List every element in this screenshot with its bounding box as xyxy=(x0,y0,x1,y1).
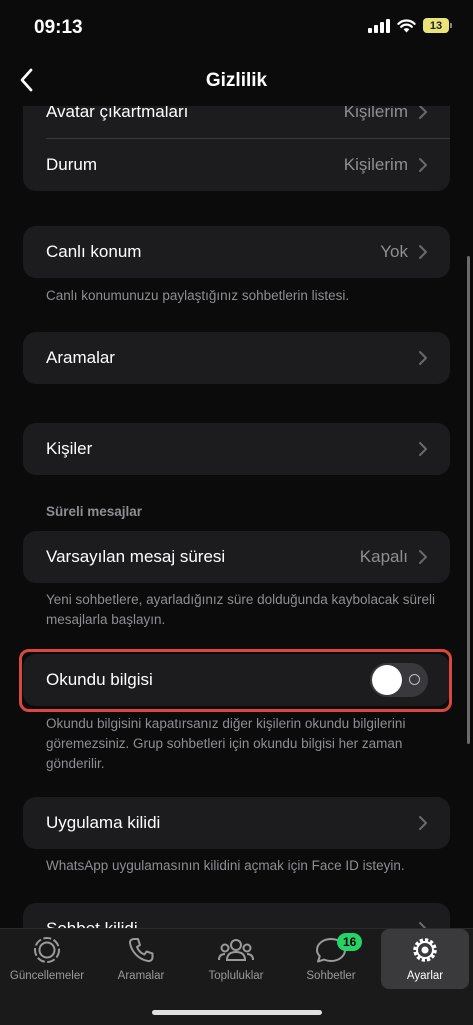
row-read-receipts[interactable]: Okundu bilgisi xyxy=(23,654,450,706)
card-avatar-durum: Avatar çıkartmaları Kişilerim Durum Kişi… xyxy=(23,106,450,191)
wifi-icon xyxy=(397,18,416,32)
row-label: Aramalar xyxy=(46,348,115,367)
row-status[interactable]: Durum Kişilerim xyxy=(23,139,450,191)
card-calls: Aramalar xyxy=(23,332,450,384)
row-contacts[interactable]: Kişiler xyxy=(23,423,450,475)
read-receipts-toggle[interactable] xyxy=(370,663,428,697)
row-value: Kişilerim xyxy=(343,155,408,174)
toggle-off-indicator-icon xyxy=(409,674,420,685)
app-lock-note: WhatsApp uygulamasının kilidini açmak iç… xyxy=(46,858,405,873)
unread-badge: 16 xyxy=(337,933,363,951)
tab-settings[interactable]: Ayarlar xyxy=(381,929,469,989)
card-app-lock: Uygulama kilidi xyxy=(23,797,450,849)
settings-list[interactable]: Avatar çıkartmaları Kişilerim Durum Kişi… xyxy=(0,106,473,928)
page-title: Gizlilik xyxy=(205,70,268,91)
row-chat-lock[interactable]: Sohbet kilidi xyxy=(23,903,450,928)
card-live-location: Canlı konum Yok xyxy=(23,226,450,278)
row-value: Kişilerim xyxy=(343,106,408,121)
chevron-right-icon xyxy=(419,816,427,830)
toggle-knob xyxy=(372,665,402,695)
row-avatar-stickers[interactable]: Avatar çıkartmaları Kişilerim xyxy=(23,106,450,138)
tab-calls[interactable]: Aramalar xyxy=(94,929,188,989)
section-header-disappearing: Süreli mesajlar xyxy=(46,504,143,519)
communities-icon xyxy=(218,939,254,961)
signal-icon xyxy=(368,18,390,33)
card-chat-lock: Sohbet kilidi xyxy=(23,903,450,928)
settings-gear-icon xyxy=(413,938,437,962)
tab-chats[interactable]: 16 Sohbetler xyxy=(284,929,378,989)
chevron-right-icon xyxy=(419,922,427,928)
status-bar: 09:13 13 xyxy=(0,0,473,56)
row-label: Avatar çıkartmaları xyxy=(46,106,189,121)
default-timer-note: Yeni sohbetlere, ayarladığınız süre dold… xyxy=(46,592,436,627)
home-indicator[interactable] xyxy=(152,1010,322,1015)
row-label: Durum xyxy=(46,155,98,174)
updates-icon xyxy=(34,937,60,963)
row-calls[interactable]: Aramalar xyxy=(23,332,450,384)
read-receipts-note: Okundu bilgisini kapatırsanız diğer kişi… xyxy=(46,716,406,771)
row-live-location[interactable]: Canlı konum Yok xyxy=(23,226,450,278)
battery-icon: 13 xyxy=(423,18,452,33)
phone-icon xyxy=(128,938,154,963)
chevron-right-icon xyxy=(419,442,427,456)
tab-label: Topluluklar xyxy=(208,970,264,982)
live-location-note: Canlı konumunuzu paylaştığınız sohbetler… xyxy=(46,288,350,303)
tab-label: Güncellemeler xyxy=(9,970,85,982)
chevron-right-icon xyxy=(419,158,427,172)
card-read-receipts: Okundu bilgisi xyxy=(23,654,450,706)
row-label: Canlı konum xyxy=(46,242,142,261)
chevron-right-icon xyxy=(419,106,427,119)
tab-label: Sohbetler xyxy=(306,970,356,982)
status-icons: 13 xyxy=(368,18,452,33)
row-value: Yok xyxy=(380,242,408,261)
row-label: Varsayılan mesaj süresi xyxy=(46,547,226,566)
status-time: 09:13 xyxy=(34,17,83,38)
scrollbar[interactable] xyxy=(467,256,470,744)
row-app-lock[interactable]: Uygulama kilidi xyxy=(23,797,450,849)
tab-updates[interactable]: Güncellemeler xyxy=(0,929,94,989)
row-value: Kapalı xyxy=(359,547,408,566)
chevron-right-icon xyxy=(419,245,427,259)
row-label: Kişiler xyxy=(46,439,93,458)
tab-label: Ayarlar xyxy=(406,970,444,982)
nav-bar: Gizlilik xyxy=(0,56,473,106)
tab-label: Aramalar xyxy=(117,970,165,982)
chevron-right-icon xyxy=(419,550,427,564)
row-default-message-timer[interactable]: Varsayılan mesaj süresi Kapalı xyxy=(23,531,450,583)
row-label: Uygulama kilidi xyxy=(46,813,161,832)
tab-communities[interactable]: Topluluklar xyxy=(189,929,283,989)
card-default-timer: Varsayılan mesaj süresi Kapalı xyxy=(23,531,450,583)
chevron-right-icon xyxy=(419,351,427,365)
row-label: Okundu bilgisi xyxy=(46,670,153,689)
row-label: Sohbet kilidi xyxy=(46,919,418,928)
card-contacts: Kişiler xyxy=(23,423,450,475)
